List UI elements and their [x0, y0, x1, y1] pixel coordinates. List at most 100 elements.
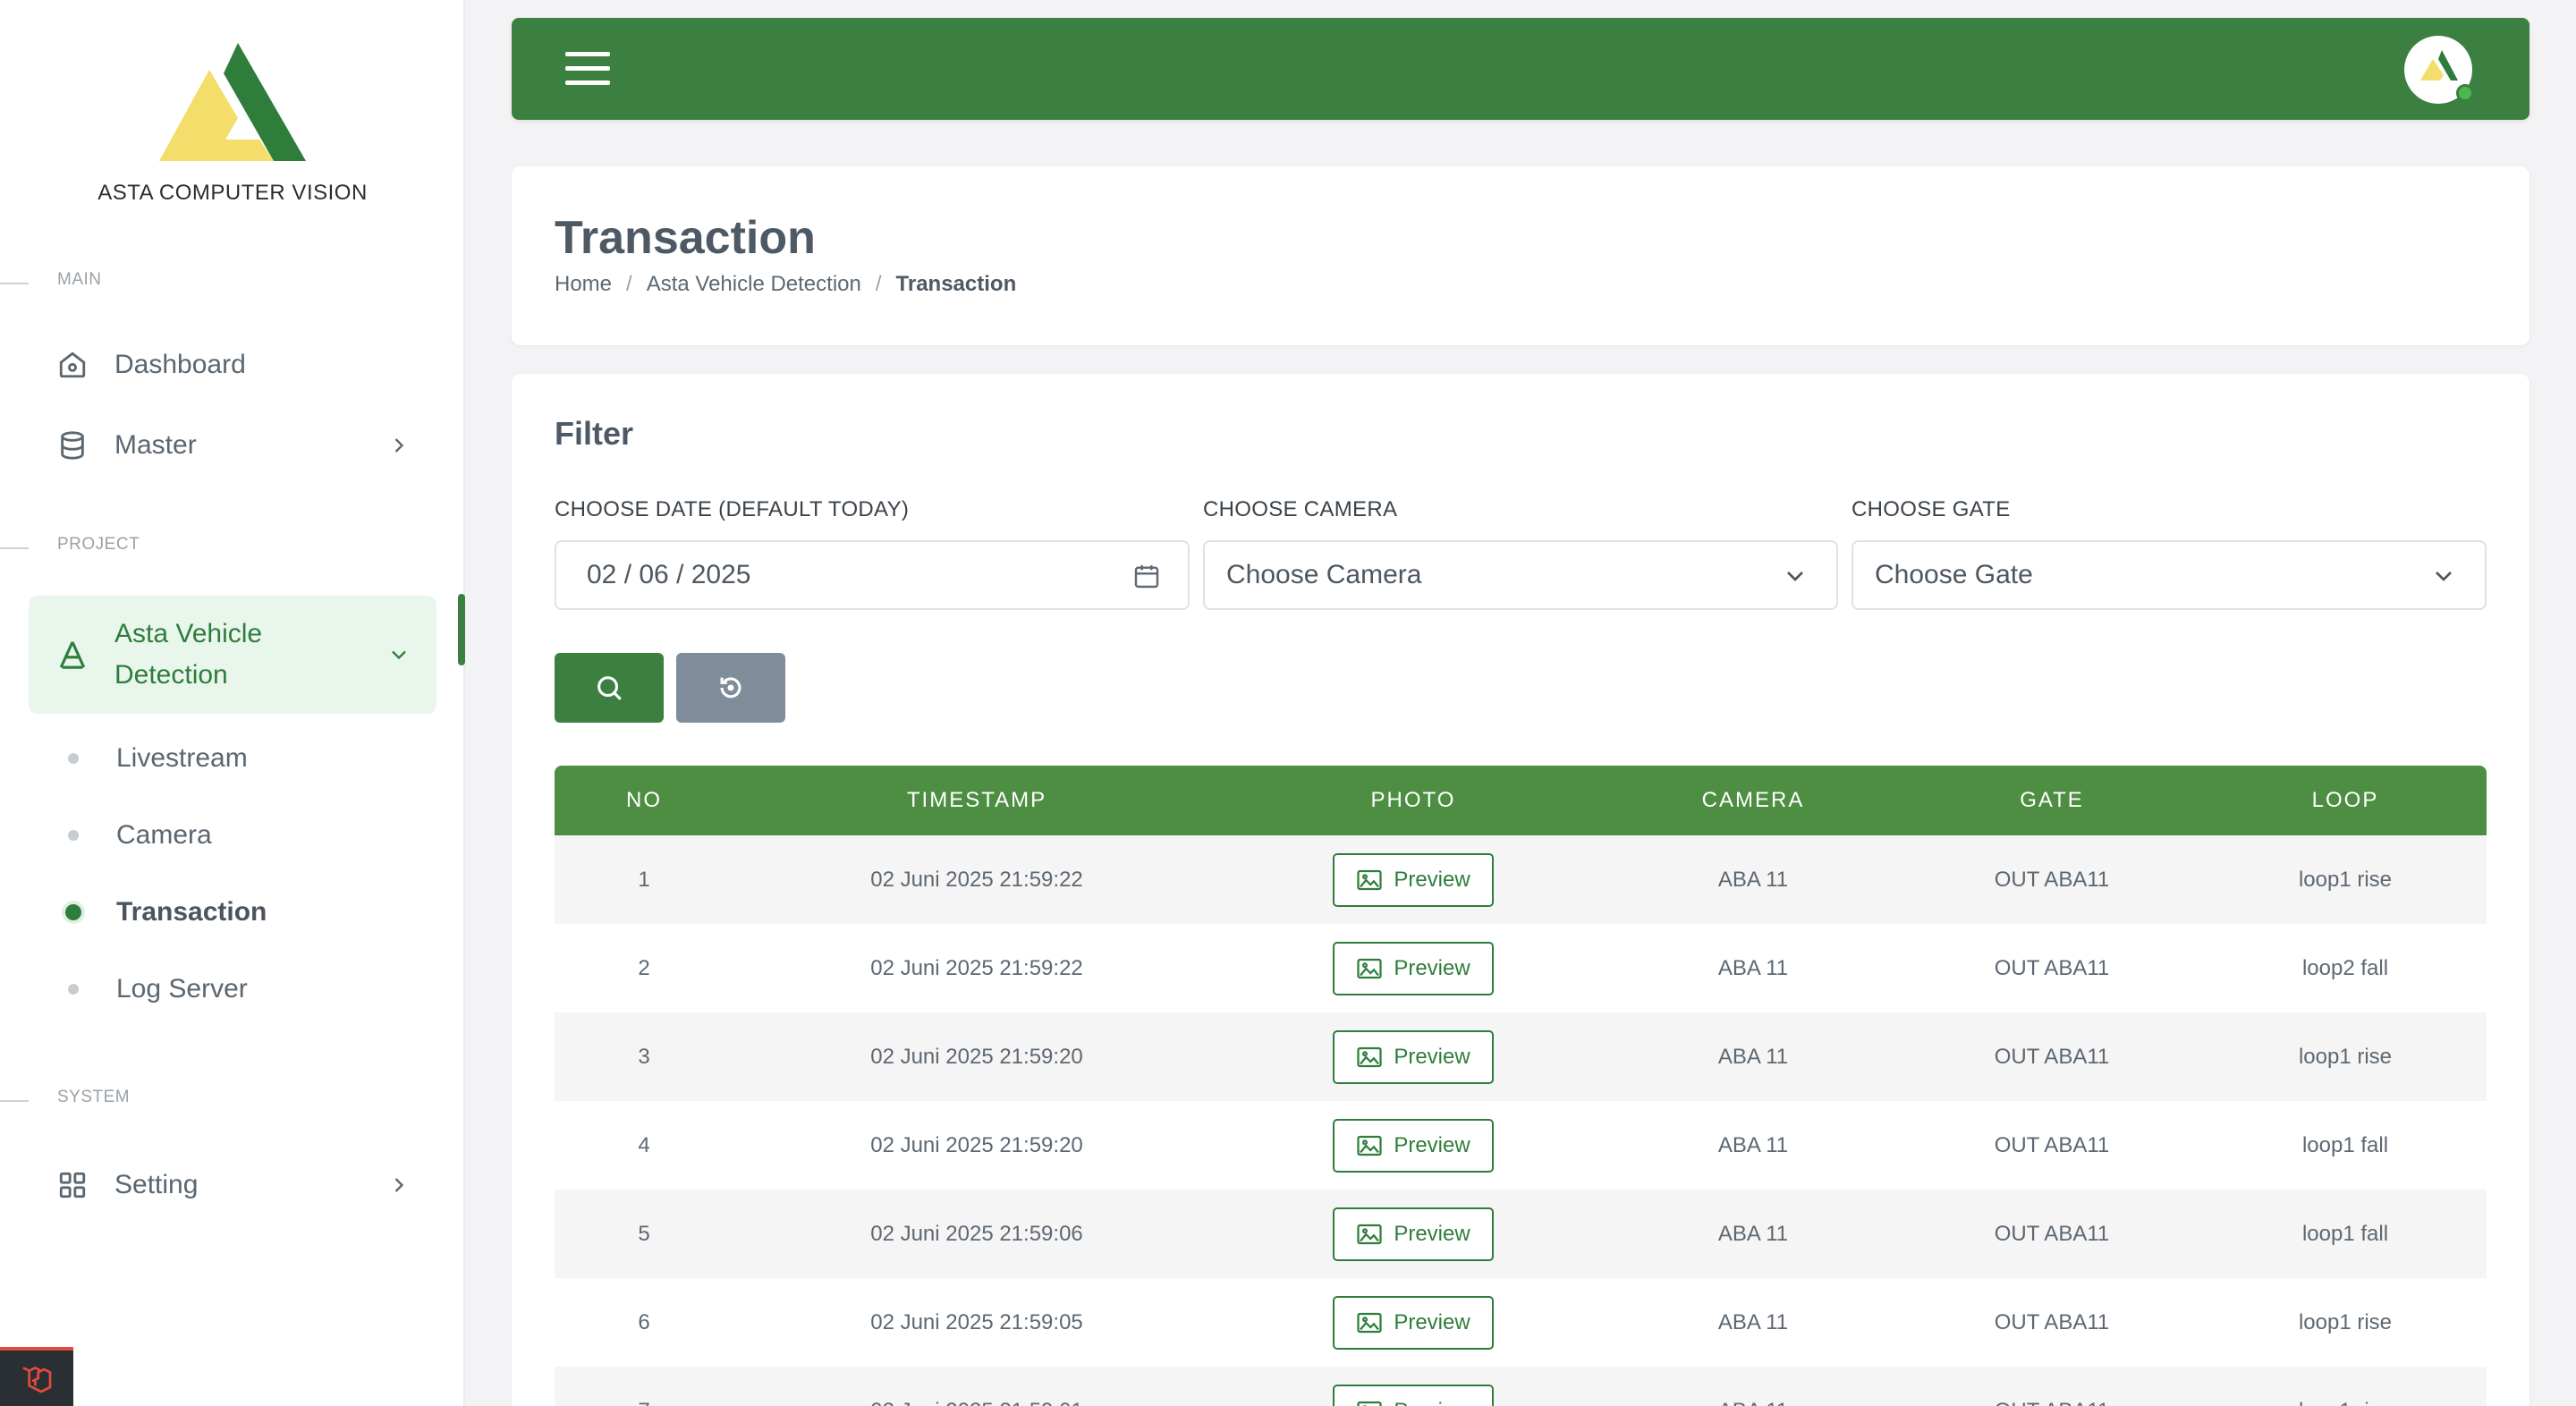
preview-button[interactable]: Preview — [1333, 1384, 1494, 1406]
camera-select[interactable]: Choose Camera — [1203, 540, 1838, 610]
gate-label: CHOOSE GATE — [1852, 497, 2011, 521]
cell-camera: ABA 11 — [1717, 1221, 1789, 1246]
cell-photo: Preview — [1220, 1384, 1606, 1406]
cell-loop: loop1 rise — [2204, 1399, 2487, 1406]
cell-gate: OUT ABA11 — [1994, 867, 2110, 892]
calendar-icon[interactable] — [1132, 562, 1161, 590]
gate-select-value: Choose Gate — [1875, 560, 2033, 589]
reset-icon — [720, 677, 741, 699]
image-icon — [1357, 958, 1382, 978]
preview-button[interactable]: Preview — [1333, 1029, 1494, 1084]
cell-loop: loop1 rise — [2298, 1044, 2393, 1069]
cell-timestamp: 02 Juni 2025 21:59:22 — [870, 867, 1083, 892]
cell-no: 1 — [638, 867, 650, 892]
chevron-right-icon — [394, 438, 404, 453]
table-row: 3 02 Juni 2025 21:59:20 Preview ABA 11 OUT A… — [555, 1012, 2487, 1101]
brand-logo — [159, 43, 306, 161]
cell-photo: Preview — [1220, 852, 1606, 907]
apps-icon — [57, 1170, 88, 1200]
preview-button[interactable]: Preview — [1333, 1118, 1494, 1173]
image-icon — [1357, 1046, 1382, 1067]
camera-label: CHOOSE CAMERA — [1203, 497, 1398, 521]
preview-label: Preview — [1394, 1221, 1470, 1246]
online-status-dot — [2456, 84, 2474, 102]
sidebar-item-master[interactable]: Master — [29, 410, 436, 481]
cell-timestamp: 02 Juni 2025 21:59:05 — [870, 1309, 1083, 1334]
column-header[interactable]: LOOP — [2204, 788, 2487, 813]
column-header[interactable]: CAMERA — [1606, 788, 1900, 813]
reset-button[interactable] — [676, 653, 785, 723]
cell-loop: loop1 rise — [2298, 1309, 2393, 1334]
cell-no: 2 — [638, 955, 650, 980]
table-body: 1 02 Juni 2025 21:59:22 Preview ABA 11 OUT A… — [555, 835, 2487, 1406]
cell-timestamp: 02 Juni 2025 21:59:20 — [870, 1044, 1083, 1069]
sidebar-subitem-livestream[interactable]: Livestream — [64, 732, 440, 785]
section-system-label: SYSTEM — [57, 1088, 131, 1106]
camera-select-value: Choose Camera — [1226, 560, 1422, 589]
image-icon — [1357, 1312, 1382, 1333]
avatar[interactable] — [2404, 36, 2474, 104]
sidebar-item-dashboard[interactable]: Dashboard — [29, 329, 436, 401]
cell-timestamp: 02 Juni 2025 21:59:06 — [870, 1221, 1083, 1246]
sidebar-subitem-transaction[interactable]: Transaction — [64, 885, 440, 939]
section-divider — [0, 547, 29, 549]
preview-button[interactable]: Preview — [1333, 941, 1494, 995]
preview-label: Preview — [1394, 1044, 1470, 1069]
cell-camera: ABA 11 — [1717, 1309, 1789, 1334]
column-header[interactable]: TIMESTAMP — [733, 788, 1220, 813]
cell-no: 4 — [638, 1132, 650, 1157]
chevron-down-icon — [392, 650, 406, 660]
breadcrumb-project[interactable]: Asta Vehicle Detection — [647, 272, 861, 297]
active-indicator — [458, 594, 465, 665]
image-icon — [1357, 1401, 1382, 1406]
sidebar-item-setting[interactable]: Setting — [29, 1149, 436, 1221]
section-divider — [0, 1100, 29, 1102]
search-button[interactable] — [555, 653, 664, 723]
home-icon — [57, 350, 88, 380]
cell-timestamp: 02 Juni 2025 21:59:20 — [870, 1132, 1083, 1157]
sidebar-item-label: Setting — [114, 1170, 199, 1199]
table-row: 5 02 Juni 2025 21:59:06 Preview ABA 11 OUT A… — [555, 1190, 2487, 1278]
page-header-card: Transaction Home / Asta Vehicle Detectio… — [512, 166, 2529, 345]
image-icon — [1357, 869, 1382, 890]
breadcrumb-home[interactable]: Home — [555, 272, 612, 297]
database-icon — [57, 430, 88, 461]
preview-button[interactable]: Preview — [1333, 852, 1494, 907]
column-header[interactable]: PHOTO — [1220, 788, 1606, 813]
sidebar-item-asta-vehicle-detection[interactable]: Asta Vehicle Detection — [29, 596, 436, 714]
image-icon — [1357, 1224, 1382, 1244]
section-main-label: MAIN — [57, 270, 102, 289]
cell-camera: ABA 11 — [1717, 1132, 1789, 1157]
cell-loop: loop1 fall — [2301, 1132, 2389, 1157]
sidebar-subitem-camera[interactable]: Camera — [64, 809, 440, 862]
sidebar-subitem-log-server[interactable]: Log Server — [64, 962, 440, 1016]
breadcrumb: Home / Asta Vehicle Detection / Transact… — [555, 272, 1016, 297]
sidebar-item-label: Dashboard — [114, 350, 246, 379]
cell-gate: OUT ABA11 — [1994, 1221, 2110, 1246]
table-row: 6 02 Juni 2025 21:59:05 Preview ABA 11 OUT A… — [555, 1278, 2487, 1367]
image-icon — [1357, 1135, 1382, 1156]
laravel-icon — [22, 1366, 52, 1393]
preview-button[interactable]: Preview — [1333, 1207, 1494, 1261]
bullet-icon — [68, 830, 79, 841]
laravel-debugbar-button[interactable] — [0, 1347, 73, 1406]
table-row: 4 02 Juni 2025 21:59:20 Preview ABA 11 OUT A… — [555, 1101, 2487, 1190]
cell-photo: Preview — [1220, 1118, 1606, 1173]
preview-button[interactable]: Preview — [1333, 1295, 1494, 1350]
sidebar-item-label-line2: Detection — [114, 660, 228, 690]
cell-camera: ABA 11 — [1717, 1044, 1789, 1069]
cell-photo: Preview — [1220, 1029, 1606, 1084]
gate-select[interactable]: Choose Gate — [1852, 540, 2487, 610]
filter-title: Filter — [555, 415, 634, 452]
bullet-icon — [65, 904, 81, 920]
column-header[interactable]: NO — [555, 788, 733, 813]
column-header[interactable]: GATE — [1900, 788, 2204, 813]
cell-gate: OUT ABA11 — [1994, 1309, 2110, 1334]
cell-no: 3 — [638, 1044, 650, 1069]
date-input[interactable]: 02 / 06 / 2025 — [555, 540, 1190, 610]
cell-no: 6 — [638, 1309, 650, 1334]
brand-name: ASTA COMPUTER VISION — [97, 181, 368, 205]
section-project-label: PROJECT — [57, 535, 140, 554]
breadcrumb-current: Transaction — [895, 272, 1017, 296]
menu-icon[interactable] — [565, 52, 610, 86]
